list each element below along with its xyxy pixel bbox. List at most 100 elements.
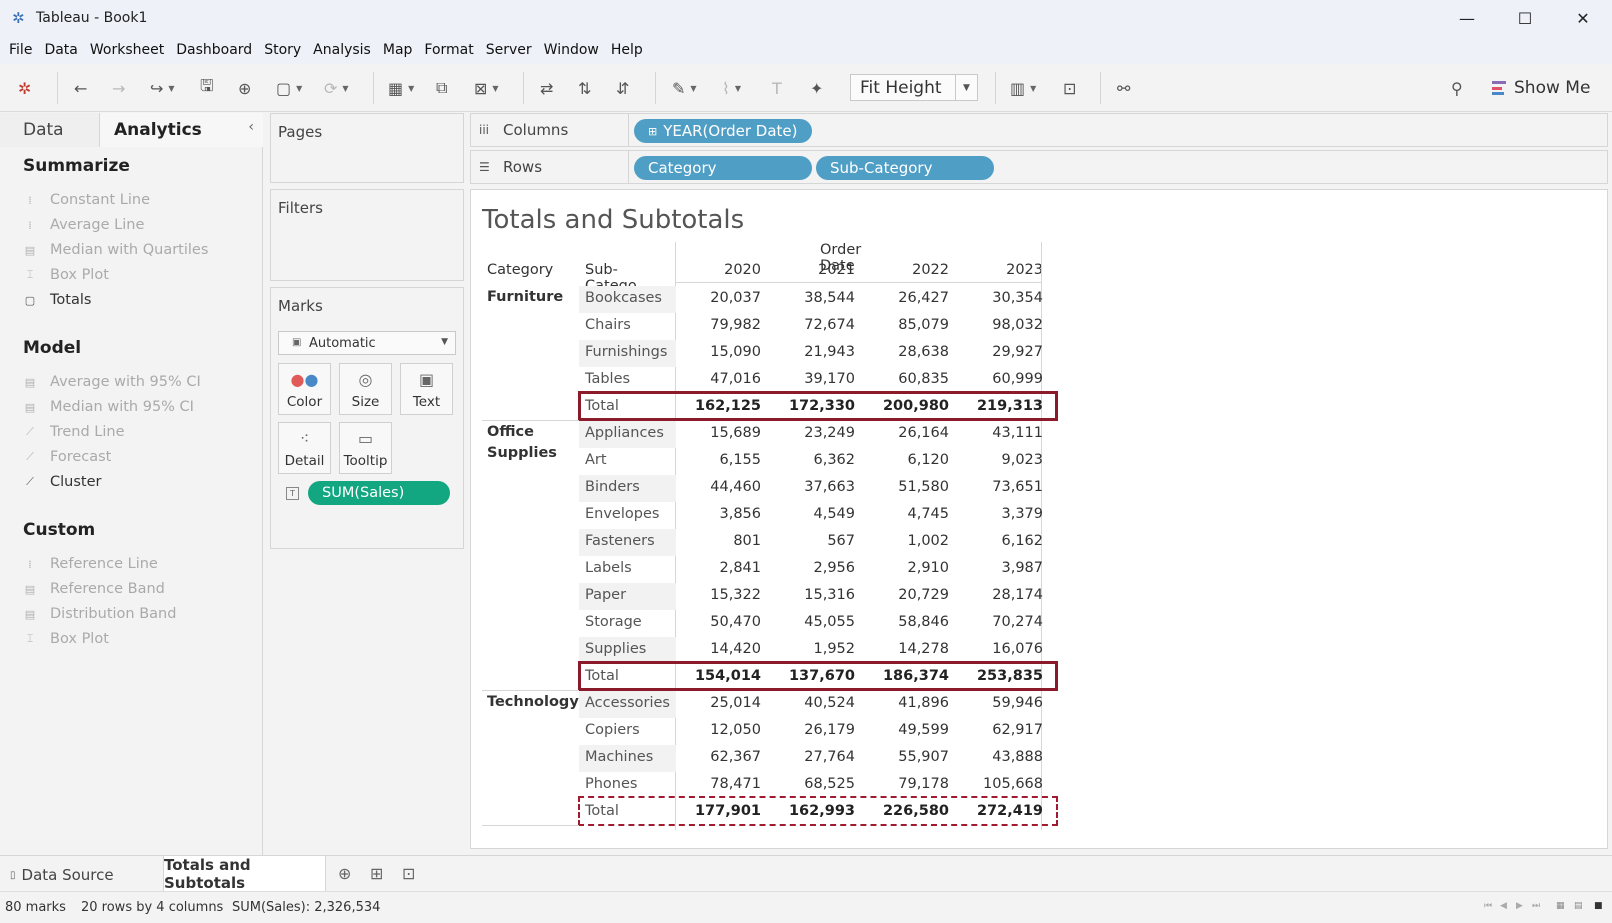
analytics-item-reference-line[interactable]: ⁞ Reference Line — [23, 556, 158, 572]
tab-data[interactable]: Data — [0, 113, 100, 147]
data-cell[interactable]: 4,745 — [869, 506, 949, 522]
total-cell[interactable]: 162,993 — [775, 803, 855, 819]
data-cell[interactable]: 39,170 — [775, 371, 855, 387]
analytics-item-box-plot-custom[interactable]: ⌶ Box Plot — [23, 631, 109, 647]
data-cell[interactable]: 85,079 — [869, 317, 949, 333]
new-worksheet-icon[interactable]: ⊕ — [338, 864, 351, 883]
analytics-item-box-plot[interactable]: ⌶ Box Plot — [23, 267, 109, 283]
year-header[interactable]: 2023 — [963, 262, 1043, 278]
data-cell[interactable]: 60,999 — [963, 371, 1043, 387]
data-cell[interactable]: 72,674 — [775, 317, 855, 333]
data-cell[interactable]: 16,076 — [963, 641, 1043, 657]
data-cell[interactable]: 15,322 — [681, 587, 761, 603]
data-cell[interactable]: 98,032 — [963, 317, 1043, 333]
data-cell[interactable]: 73,651 — [963, 479, 1043, 495]
data-cell[interactable]: 26,164 — [869, 425, 949, 441]
pages-card[interactable]: Pages — [270, 113, 464, 183]
data-cell[interactable]: 4,549 — [775, 506, 855, 522]
menu-format[interactable]: Format — [421, 42, 482, 58]
tableau-home-icon[interactable]: ✲ — [18, 76, 31, 100]
sub-category-label[interactable]: Bookcases — [585, 290, 662, 306]
filters-card[interactable]: Filters — [270, 189, 464, 281]
duplicate-icon[interactable]: ⧉ — [436, 76, 447, 100]
worksheet-title[interactable]: Totals and Subtotals — [482, 205, 744, 235]
data-cell[interactable]: 70,274 — [963, 614, 1043, 630]
data-cell[interactable]: 79,178 — [869, 776, 949, 792]
data-cell[interactable]: 44,460 — [681, 479, 761, 495]
data-cell[interactable]: 14,278 — [869, 641, 949, 657]
data-cell[interactable]: 50,470 — [681, 614, 761, 630]
total-cell[interactable]: 137,670 — [775, 668, 855, 684]
data-cell[interactable]: 45,055 — [775, 614, 855, 630]
data-cell[interactable]: 62,917 — [963, 722, 1043, 738]
menu-worksheet[interactable]: Worksheet — [87, 42, 173, 58]
total-cell[interactable]: 200,980 — [869, 398, 949, 414]
maximize-button[interactable]: ☐ — [1496, 0, 1554, 36]
share-icon[interactable]: ⚯ — [1117, 76, 1130, 100]
sub-category-label[interactable]: Appliances — [585, 425, 664, 441]
data-cell[interactable]: 27,764 — [775, 749, 855, 765]
data-cell[interactable]: 78,471 — [681, 776, 761, 792]
sub-category-pill[interactable]: Sub-Category — [816, 156, 994, 180]
show-cards-icon[interactable]: ▥ ▼ — [1010, 76, 1036, 100]
category-label[interactable]: Technology — [487, 692, 579, 713]
refresh-icon[interactable]: ⟳ ▼ — [324, 76, 349, 100]
data-cell[interactable]: 49,599 — [869, 722, 949, 738]
last-sheet-icon[interactable]: ⏭ — [1532, 901, 1540, 911]
data-cell[interactable]: 6,120 — [869, 452, 949, 468]
text-button[interactable]: ▣ Text — [400, 363, 453, 415]
data-cell[interactable]: 3,379 — [963, 506, 1043, 522]
data-cell[interactable]: 68,525 — [775, 776, 855, 792]
data-cell[interactable]: 2,910 — [869, 560, 949, 576]
show-me-button[interactable]: Show Me — [1492, 76, 1590, 100]
rows-shelf[interactable]: ☰ Rows Category Sub-Category — [470, 150, 1608, 184]
presentation-mode-icon[interactable]: ⊡ — [1063, 76, 1076, 100]
data-cell[interactable]: 28,638 — [869, 344, 949, 360]
new-story-icon[interactable]: ⊡ — [402, 864, 415, 883]
data-cell[interactable]: 25,014 — [681, 695, 761, 711]
category-label[interactable]: Office Supplies — [487, 422, 575, 464]
mark-type-select[interactable]: ▣ Automatic ▼ — [278, 331, 456, 355]
group-members-icon[interactable]: ⌇ ▼ — [722, 76, 741, 100]
data-cell[interactable]: 567 — [775, 533, 855, 549]
data-cell[interactable]: 47,016 — [681, 371, 761, 387]
year-order-date-pill[interactable]: ⊞ YEAR(Order Date) — [634, 119, 812, 143]
sub-category-label[interactable]: Art — [585, 452, 607, 468]
data-cell[interactable]: 6,362 — [775, 452, 855, 468]
color-button[interactable]: ●● Color — [278, 363, 331, 415]
total-label[interactable]: Total — [585, 398, 619, 414]
swap-rows-columns-icon[interactable]: ⇄ — [540, 76, 553, 100]
highlight-icon[interactable]: ✎ ▼ — [672, 76, 697, 100]
sub-category-label[interactable]: Fasteners — [585, 533, 655, 549]
analytics-item-distribution-band[interactable]: ▤ Distribution Band — [23, 606, 177, 622]
minimize-button[interactable]: — — [1438, 0, 1496, 36]
data-cell[interactable]: 38,544 — [775, 290, 855, 306]
analytics-item-cluster[interactable]: ⟋ Cluster — [23, 474, 101, 490]
sum-sales-pill[interactable]: SUM(Sales) — [308, 481, 450, 505]
data-cell[interactable]: 26,427 — [869, 290, 949, 306]
data-cell[interactable]: 15,316 — [775, 587, 855, 603]
new-data-source-icon[interactable]: ⊕ — [238, 76, 251, 100]
replay-icon[interactable]: ↪ ▼ — [150, 76, 175, 100]
new-worksheet-icon[interactable]: ▦ ▼ — [388, 76, 414, 100]
data-cell[interactable]: 40,524 — [775, 695, 855, 711]
sub-category-label[interactable]: Machines — [585, 749, 653, 765]
sub-category-label[interactable]: Chairs — [585, 317, 631, 333]
sub-category-label[interactable]: Supplies — [585, 641, 646, 657]
tab-totals-and-subtotals[interactable]: Totals and Subtotals — [163, 856, 326, 892]
next-sheet-icon[interactable]: ▶ — [1516, 901, 1523, 911]
total-cell[interactable]: 154,014 — [681, 668, 761, 684]
data-cell[interactable]: 55,907 — [869, 749, 949, 765]
show-mark-labels-icon[interactable]: T — [772, 76, 782, 100]
data-cell[interactable]: 59,946 — [963, 695, 1043, 711]
data-cell[interactable]: 79,982 — [681, 317, 761, 333]
sort-ascending-icon[interactable]: ⇅ — [578, 76, 591, 100]
year-header[interactable]: 2021 — [775, 262, 855, 278]
sub-category-label[interactable]: Storage — [585, 614, 642, 630]
data-cell[interactable]: 23,249 — [775, 425, 855, 441]
save-icon[interactable]: 🖫 — [200, 76, 214, 100]
sub-category-label[interactable]: Paper — [585, 587, 626, 603]
total-cell[interactable]: 219,313 — [963, 398, 1043, 414]
data-cell[interactable]: 2,841 — [681, 560, 761, 576]
data-cell[interactable]: 28,174 — [963, 587, 1043, 603]
